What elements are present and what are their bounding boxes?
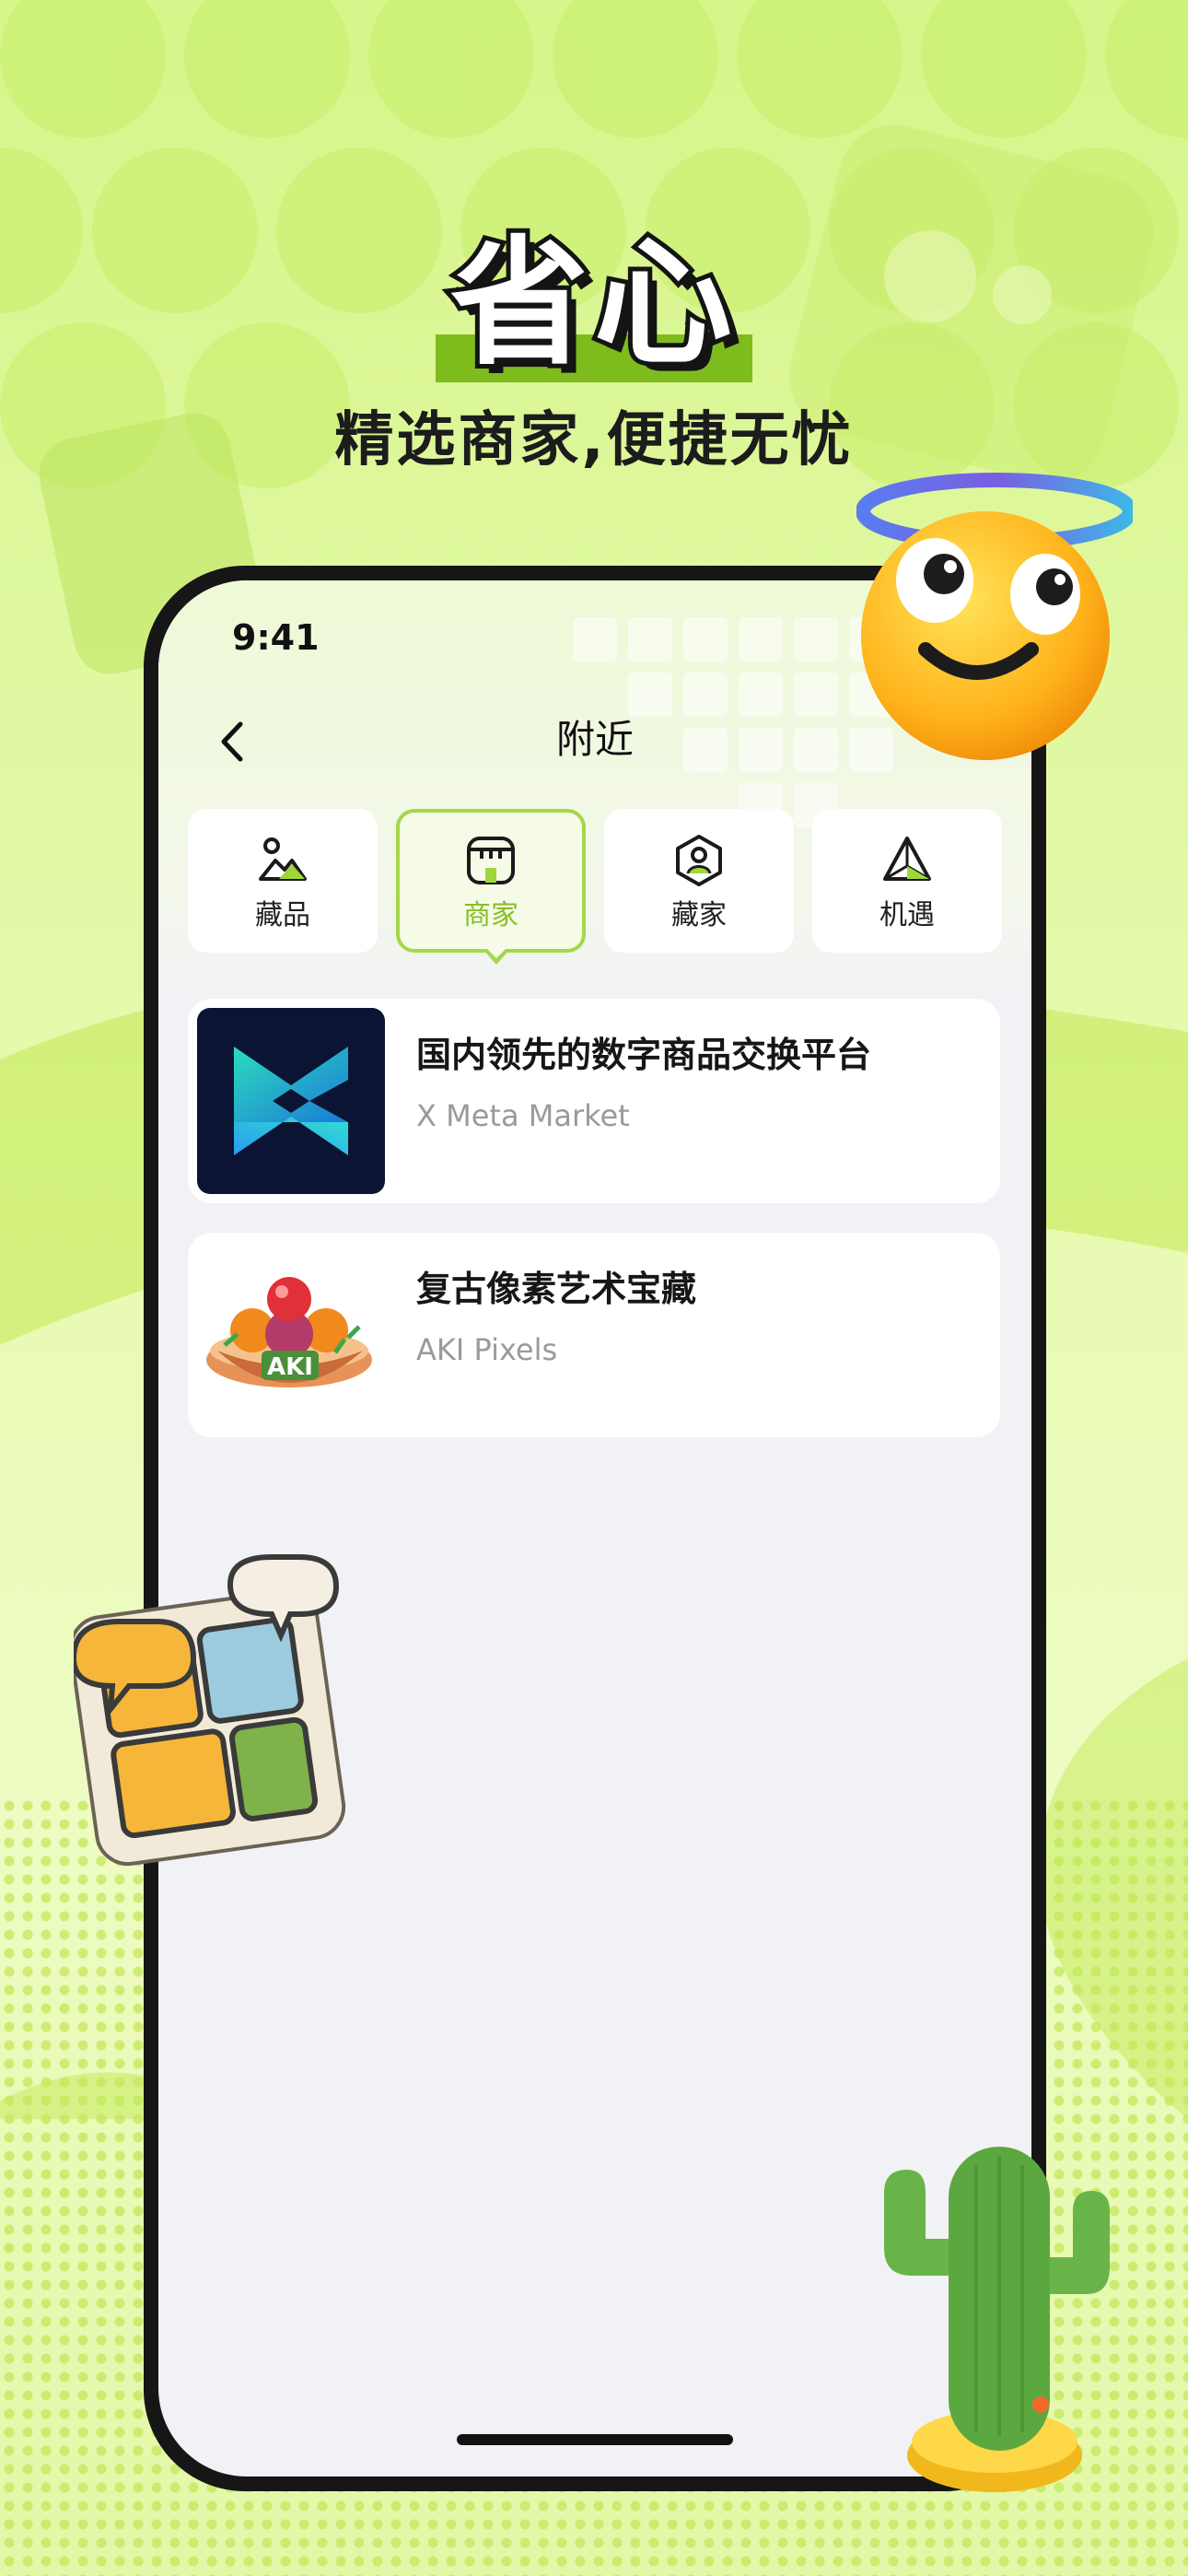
cactus-sticker <box>884 2147 1110 2492</box>
halo-smiley-sticker <box>856 473 1133 760</box>
status-bar-time: 9:41 <box>232 617 320 658</box>
home-indicator <box>457 2434 733 2445</box>
tab-label: 藏品 <box>255 899 310 931</box>
active-tab-pointer-fill <box>486 948 507 958</box>
x-meta-logo <box>197 1008 385 1194</box>
tab-label: 藏家 <box>671 899 727 931</box>
tab-collectors[interactable]: 藏家 <box>604 809 794 953</box>
opportunity-icon <box>883 837 931 881</box>
aki-pixels-logo: AKI <box>197 1242 385 1428</box>
merchant-title: 复古像素艺术宝藏 <box>416 1269 697 1309</box>
merchant-card-x-meta[interactable]: 国内领先的数字商品交换平台 X Meta Market <box>188 999 1000 1203</box>
store-icon <box>467 837 515 884</box>
merchant-card-aki-pixels[interactable]: AKI 复古像素艺术宝藏 AKI Pixels <box>188 1233 1000 1437</box>
tab-merchants[interactable]: 商家 <box>396 809 586 965</box>
collector-icon <box>676 835 722 886</box>
merchant-name: X Meta Market <box>416 1098 630 1133</box>
tab-collectibles[interactable]: 藏品 <box>188 809 378 953</box>
merchant-name: AKI Pixels <box>416 1332 558 1367</box>
tab-label: 机遇 <box>879 899 935 931</box>
chat-tiles-sticker <box>74 1554 346 1867</box>
headline: 省心 <box>446 224 738 384</box>
tab-opportunities[interactable]: 机遇 <box>812 809 1002 953</box>
merchant-title: 国内领先的数字商品交换平台 <box>416 1035 872 1075</box>
image-icon <box>259 837 307 881</box>
tab-label: 商家 <box>463 899 518 931</box>
aki-logo-text: AKI <box>267 1353 313 1381</box>
